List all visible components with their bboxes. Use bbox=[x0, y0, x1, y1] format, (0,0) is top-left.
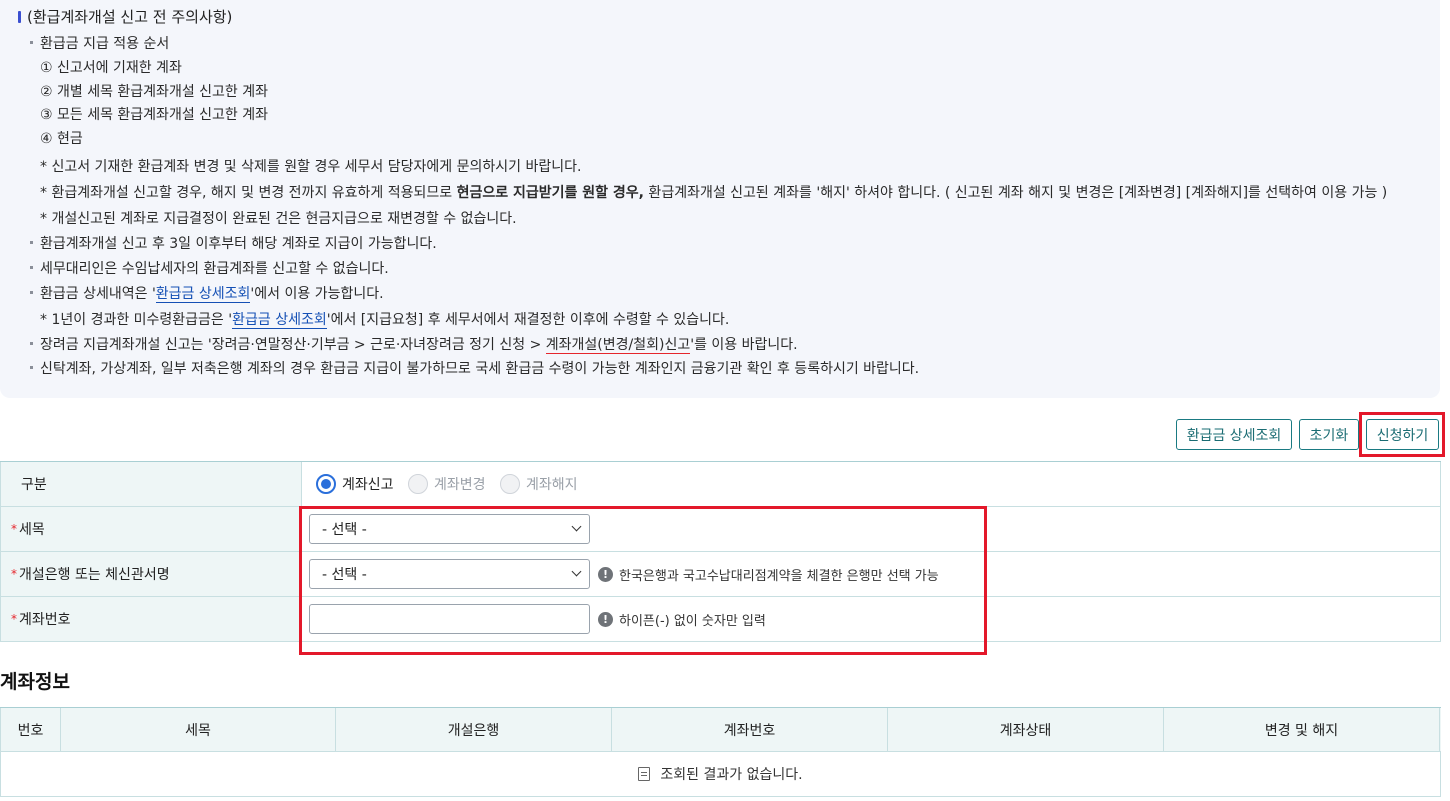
apply-button[interactable]: 신청하기 bbox=[1366, 419, 1439, 450]
account-label: * 계좌번호 bbox=[0, 597, 302, 641]
detail-link[interactable]: 환급금 상세조회 bbox=[155, 286, 251, 303]
required-mark: * bbox=[11, 522, 17, 536]
notice-note: * 환급계좌개설 신고할 경우, 해지 및 변경 전까지 유효하게 적용되므로 … bbox=[40, 185, 1388, 201]
radio-account-register[interactable]: 계좌신고 bbox=[316, 474, 394, 494]
info-icon: ! bbox=[598, 567, 613, 582]
order-item: ① 신고서에 기재한 계좌 bbox=[40, 60, 182, 76]
col-header: 번호 bbox=[1, 708, 61, 751]
notice-box: (환급계좌개설 신고 전 주의사항) 환급금 지급 적용 순서 ① 신고서에 기… bbox=[0, 0, 1440, 398]
bank-label: * 개설은행 또는 체신관서명 bbox=[0, 552, 302, 596]
account-open-link[interactable]: 계좌개설(변경/철회)신고 bbox=[545, 337, 691, 354]
required-mark: * bbox=[11, 612, 17, 626]
order-item: ③ 모든 세목 환급계좌개설 신고한 계좌 bbox=[40, 107, 269, 123]
account-info-title: 계좌정보 bbox=[0, 671, 70, 693]
notice-mark-icon bbox=[18, 11, 21, 23]
empty-message: 조회된 결과가 없습니다. bbox=[660, 767, 803, 783]
notice-note: * 1년이 경과한 미수령환급금은 '환급금 상세조회'에서 [지급요청] 후 … bbox=[40, 312, 730, 329]
account-info-table: 번호 세목 개설은행 계좌번호 계좌상태 변경 및 해지 조회된 결과가 없습니… bbox=[0, 707, 1441, 797]
table-header: 번호 세목 개설은행 계좌번호 계좌상태 변경 및 해지 bbox=[0, 708, 1441, 752]
order-item: ④ 현금 bbox=[40, 131, 83, 147]
notice-note: * 신고서 기재한 환급계좌 변경 및 삭제를 원할 경우 세무서 담당자에게 … bbox=[40, 159, 582, 175]
tax-select[interactable]: - 선택 - bbox=[309, 514, 590, 544]
notice-bullet: 장려금 지급계좌개설 신고는 '장려금·연말정산·기부금 > 근로·자녀장려금 … bbox=[30, 334, 798, 354]
order-item: ② 개별 세목 환급계좌개설 신고한 계좌 bbox=[40, 84, 269, 100]
chevron-down-icon bbox=[571, 566, 582, 577]
col-header: 변경 및 해지 bbox=[1164, 708, 1440, 751]
form-row-type: 구분 계좌신고 계좌변경 계좌해지 bbox=[0, 462, 1441, 507]
tax-label: * 세목 bbox=[0, 507, 302, 551]
notice-warning: * 개설신고된 계좌로 지급결정이 완료된 건은 현금지급으로 재변경할 수 없… bbox=[40, 211, 517, 227]
account-hint: ! 하이픈(-) 없이 숫자만 입력 bbox=[598, 610, 766, 629]
detail-link[interactable]: 환급금 상세조회 bbox=[232, 312, 327, 329]
notice-title: (환급계좌개설 신고 전 주의사항) bbox=[18, 6, 232, 27]
info-icon: ! bbox=[598, 612, 613, 627]
form-row-bank: * 개설은행 또는 체신관서명 - 선택 - ! 한국은행과 국고수납대리점계약을 … bbox=[0, 552, 1441, 597]
form-row-account: * 계좌번호 ! 하이픈(-) 없이 숫자만 입력 bbox=[0, 597, 1441, 642]
document-icon bbox=[638, 767, 651, 781]
radio-account-change[interactable]: 계좌변경 bbox=[408, 474, 486, 494]
type-radio-group: 계좌신고 계좌변경 계좌해지 bbox=[302, 462, 1441, 506]
bank-hint: ! 한국은행과 국고수납대리점계약을 체결한 은행만 선택 가능 bbox=[598, 565, 939, 584]
refund-detail-button[interactable]: 환급금 상세조회 bbox=[1176, 419, 1292, 450]
account-number-input[interactable] bbox=[309, 604, 590, 634]
notice-order-title: 환급금 지급 적용 순서 bbox=[29, 33, 169, 53]
form-row-tax: * 세목 - 선택 - bbox=[0, 507, 1441, 552]
type-label: 구분 bbox=[0, 462, 302, 506]
empty-row: 조회된 결과가 없습니다. bbox=[0, 752, 1441, 797]
notice-bullet: 환급계좌개설 신고 후 3일 이후부터 해당 계좌로 지급이 가능합니다. bbox=[30, 233, 437, 253]
required-mark: * bbox=[11, 567, 17, 581]
radio-icon bbox=[500, 474, 520, 494]
radio-checked-icon bbox=[316, 474, 336, 494]
col-header: 계좌상태 bbox=[888, 708, 1164, 751]
notice-bullet: 환급금 상세내역은 '환급금 상세조회'에서 이용 가능합니다. bbox=[30, 283, 384, 303]
radio-account-cancel[interactable]: 계좌해지 bbox=[500, 474, 578, 494]
notice-bullet: 세무대리인은 수임납세자의 환급계좌를 신고할 수 없습니다. bbox=[30, 258, 389, 278]
chevron-down-icon bbox=[571, 521, 582, 532]
account-form: 구분 계좌신고 계좌변경 계좌해지 * 세목 - 선택 - * 개설은행 또는 체신… bbox=[0, 461, 1441, 642]
reset-button[interactable]: 초기화 bbox=[1299, 419, 1359, 450]
radio-icon bbox=[408, 474, 428, 494]
col-header: 계좌번호 bbox=[612, 708, 888, 751]
col-header: 세목 bbox=[61, 708, 336, 751]
notice-bullet: 신탁계좌, 가상계좌, 일부 저축은행 계좌의 경우 환급금 지급이 불가하므로… bbox=[29, 358, 919, 378]
bank-select[interactable]: - 선택 - bbox=[309, 559, 590, 589]
col-header: 개설은행 bbox=[336, 708, 612, 751]
